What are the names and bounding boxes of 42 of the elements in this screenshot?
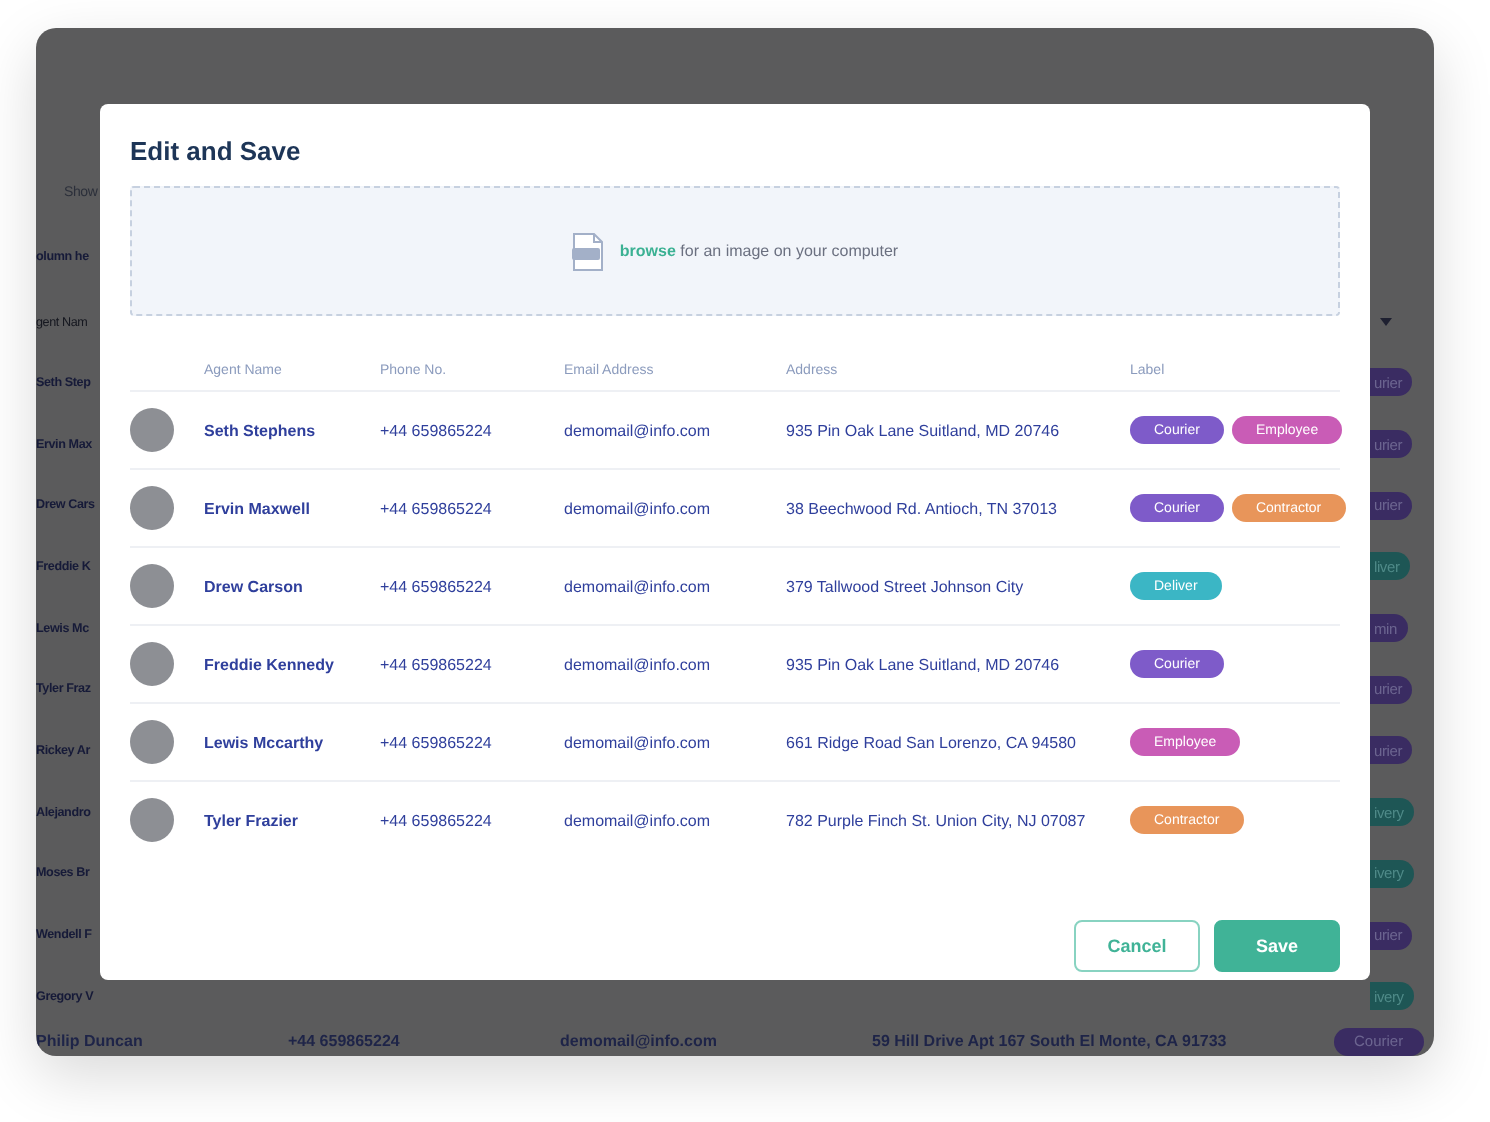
agent-name: Ervin Maxwell — [204, 499, 310, 517]
address: 935 Pin Oak Lane Suitland, MD 20746 — [786, 655, 1060, 673]
email-address: demomail@info.com — [564, 577, 711, 595]
cancel-button[interactable]: Cancel — [1074, 920, 1200, 972]
avatar — [130, 720, 174, 764]
upload-instructions: browse for an image on your computer — [619, 242, 899, 260]
dropdown-caret-icon — [1380, 318, 1392, 326]
phone-number: +44 659865224 — [380, 499, 492, 517]
agent-name: Philip Duncan — [36, 1032, 145, 1051]
email-address: demomail@info.com — [564, 811, 711, 829]
address: 379 Tallwood Street Johnson City — [786, 577, 1024, 595]
phone-number: +44 659865224 — [288, 1032, 402, 1051]
email-address: demomail@info.com — [560, 1032, 719, 1051]
address: 782 Purple Finch St. Union City, NJ 07087 — [786, 811, 1086, 829]
avatar — [130, 642, 174, 686]
avatar — [130, 798, 174, 842]
browse-link[interactable]: browse — [619, 242, 676, 260]
phone-number: +44 659865224 — [380, 811, 492, 829]
agent-name: Freddie Kennedy — [204, 655, 334, 673]
phone-number: +44 659865224 — [380, 733, 492, 751]
agent-name: Drew Carson — [204, 577, 303, 595]
email-address: demomail@info.com — [564, 499, 711, 517]
address: 935 Pin Oak Lane Suitland, MD 20746 — [786, 421, 1060, 439]
agent-name: Tyler Frazier — [204, 811, 298, 829]
agent-name: Lewis Mccarthy — [204, 733, 324, 751]
address: 59 Hill Drive Apt 167 South El Monte, CA 91733 — [872, 1032, 1229, 1051]
phone-number: +44 659865224 — [380, 421, 492, 439]
avatar — [130, 564, 174, 608]
upload-dropzone[interactable]: browse for an image on your computer — [130, 186, 1340, 316]
address: 661 Ridge Road San Lorenzo, CA 94580 — [786, 733, 1076, 751]
phone-number: +44 659865224 — [380, 655, 492, 673]
dialog-title: Edit and Save — [130, 136, 303, 166]
email-address: demomail@info.com — [564, 733, 711, 751]
address: 38 Beechwood Rd. Antioch, TN 37013 — [786, 499, 1057, 517]
csv-file-icon — [571, 231, 604, 271]
save-button[interactable]: Save — [1214, 920, 1340, 972]
email-address: demomail@info.com — [564, 655, 711, 673]
phone-number: +44 659865224 — [380, 577, 492, 595]
avatar — [130, 408, 174, 452]
avatar — [130, 486, 174, 530]
agent-name: Seth Stephens — [204, 421, 316, 439]
email-address: demomail@info.com — [564, 421, 711, 439]
